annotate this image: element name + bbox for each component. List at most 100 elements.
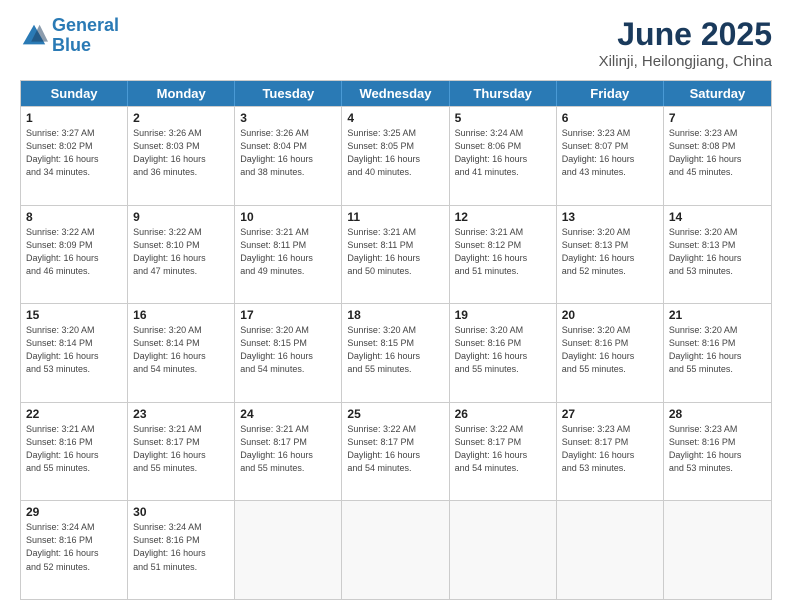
calendar-row: 29 Sunrise: 3:24 AM Sunset: 8:16 PM Dayli… — [21, 500, 771, 599]
calendar-cell: 2 Sunrise: 3:26 AM Sunset: 8:03 PM Daylig… — [128, 107, 235, 205]
calendar-cell: 25 Sunrise: 3:22 AM Sunset: 8:17 PM Dayli… — [342, 403, 449, 501]
day-number: 7 — [669, 111, 766, 125]
day-info: Sunrise: 3:20 AM Sunset: 8:14 PM Dayligh… — [133, 324, 229, 376]
day-number: 16 — [133, 308, 229, 322]
day-info: Sunrise: 3:24 AM Sunset: 8:06 PM Dayligh… — [455, 127, 551, 179]
calendar-cell: 29 Sunrise: 3:24 AM Sunset: 8:16 PM Dayli… — [21, 501, 128, 599]
calendar-cell: 4 Sunrise: 3:25 AM Sunset: 8:05 PM Daylig… — [342, 107, 449, 205]
day-info: Sunrise: 3:20 AM Sunset: 8:16 PM Dayligh… — [455, 324, 551, 376]
day-number: 23 — [133, 407, 229, 421]
day-info: Sunrise: 3:26 AM Sunset: 8:03 PM Dayligh… — [133, 127, 229, 179]
calendar-cell: 14Sunrise: 3:20 AM Sunset: 8:13 PM Dayli… — [664, 206, 771, 304]
day-info: Sunrise: 3:27 AM Sunset: 8:02 PM Dayligh… — [26, 127, 122, 179]
calendar-row: 15Sunrise: 3:20 AM Sunset: 8:14 PM Dayli… — [21, 303, 771, 402]
calendar-row: 22 Sunrise: 3:21 AM Sunset: 8:16 PM Dayli… — [21, 402, 771, 501]
calendar-cell: 28Sunrise: 3:23 AM Sunset: 8:16 PM Dayli… — [664, 403, 771, 501]
calendar-cell: 27 Sunrise: 3:23 AM Sunset: 8:17 PM Dayli… — [557, 403, 664, 501]
day-number: 17 — [240, 308, 336, 322]
calendar-cell — [450, 501, 557, 599]
day-info: Sunrise: 3:20 AM Sunset: 8:16 PM Dayligh… — [669, 324, 766, 376]
calendar-cell — [664, 501, 771, 599]
day-info: Sunrise: 3:20 AM Sunset: 8:13 PM Dayligh… — [669, 226, 766, 278]
calendar-cell: 18Sunrise: 3:20 AM Sunset: 8:15 PM Dayli… — [342, 304, 449, 402]
calendar-cell: 7 Sunrise: 3:23 AM Sunset: 8:08 PM Daylig… — [664, 107, 771, 205]
location: Xilinji, Heilongjiang, China — [599, 53, 772, 70]
weekday-header: Saturday — [664, 81, 771, 106]
weekday-header: Tuesday — [235, 81, 342, 106]
logo-text: General Blue — [52, 16, 119, 56]
day-info: Sunrise: 3:22 AM Sunset: 8:10 PM Dayligh… — [133, 226, 229, 278]
calendar-cell: 12 Sunrise: 3:21 AM Sunset: 8:12 PM Dayli… — [450, 206, 557, 304]
header: General Blue June 2025 Xilinji, Heilongj… — [20, 16, 772, 70]
day-number: 19 — [455, 308, 551, 322]
day-number: 21 — [669, 308, 766, 322]
day-number: 4 — [347, 111, 443, 125]
day-number: 2 — [133, 111, 229, 125]
logo: General Blue — [20, 16, 119, 56]
calendar-body: 1Sunrise: 3:27 AM Sunset: 8:02 PM Daylig… — [21, 106, 771, 599]
day-number: 24 — [240, 407, 336, 421]
day-info: Sunrise: 3:20 AM Sunset: 8:15 PM Dayligh… — [240, 324, 336, 376]
day-info: Sunrise: 3:21 AM Sunset: 8:17 PM Dayligh… — [133, 423, 229, 475]
calendar-cell: 17 Sunrise: 3:20 AM Sunset: 8:15 PM Dayli… — [235, 304, 342, 402]
day-info: Sunrise: 3:23 AM Sunset: 8:17 PM Dayligh… — [562, 423, 658, 475]
calendar-cell — [557, 501, 664, 599]
calendar-cell: 13Sunrise: 3:20 AM Sunset: 8:13 PM Dayli… — [557, 206, 664, 304]
day-info: Sunrise: 3:20 AM Sunset: 8:14 PM Dayligh… — [26, 324, 122, 376]
day-number: 6 — [562, 111, 658, 125]
day-number: 10 — [240, 210, 336, 224]
day-info: Sunrise: 3:23 AM Sunset: 8:08 PM Dayligh… — [669, 127, 766, 179]
calendar-cell: 23 Sunrise: 3:21 AM Sunset: 8:17 PM Dayli… — [128, 403, 235, 501]
day-info: Sunrise: 3:24 AM Sunset: 8:16 PM Dayligh… — [133, 521, 229, 573]
calendar-cell: 1Sunrise: 3:27 AM Sunset: 8:02 PM Daylig… — [21, 107, 128, 205]
day-info: Sunrise: 3:23 AM Sunset: 8:16 PM Dayligh… — [669, 423, 766, 475]
day-info: Sunrise: 3:21 AM Sunset: 8:11 PM Dayligh… — [240, 226, 336, 278]
day-number: 12 — [455, 210, 551, 224]
day-number: 29 — [26, 505, 122, 519]
calendar-row: 1Sunrise: 3:27 AM Sunset: 8:02 PM Daylig… — [21, 106, 771, 205]
weekday-header: Friday — [557, 81, 664, 106]
day-number: 20 — [562, 308, 658, 322]
calendar-cell: 6 Sunrise: 3:23 AM Sunset: 8:07 PM Daylig… — [557, 107, 664, 205]
calendar-cell: 22 Sunrise: 3:21 AM Sunset: 8:16 PM Dayli… — [21, 403, 128, 501]
weekday-header: Monday — [128, 81, 235, 106]
day-info: Sunrise: 3:21 AM Sunset: 8:12 PM Dayligh… — [455, 226, 551, 278]
day-info: Sunrise: 3:20 AM Sunset: 8:16 PM Dayligh… — [562, 324, 658, 376]
day-number: 30 — [133, 505, 229, 519]
page: General Blue June 2025 Xilinji, Heilongj… — [0, 0, 792, 612]
calendar-cell: 11 Sunrise: 3:21 AM Sunset: 8:11 PM Dayli… — [342, 206, 449, 304]
day-info: Sunrise: 3:21 AM Sunset: 8:17 PM Dayligh… — [240, 423, 336, 475]
day-number: 27 — [562, 407, 658, 421]
day-number: 25 — [347, 407, 443, 421]
day-info: Sunrise: 3:22 AM Sunset: 8:17 PM Dayligh… — [347, 423, 443, 475]
day-info: Sunrise: 3:24 AM Sunset: 8:16 PM Dayligh… — [26, 521, 122, 573]
calendar-cell: 8 Sunrise: 3:22 AM Sunset: 8:09 PM Daylig… — [21, 206, 128, 304]
calendar-cell: 21 Sunrise: 3:20 AM Sunset: 8:16 PM Dayli… — [664, 304, 771, 402]
calendar-cell: 24 Sunrise: 3:21 AM Sunset: 8:17 PM Dayli… — [235, 403, 342, 501]
day-number: 3 — [240, 111, 336, 125]
day-number: 11 — [347, 210, 443, 224]
calendar-cell: 19 Sunrise: 3:20 AM Sunset: 8:16 PM Dayli… — [450, 304, 557, 402]
calendar-cell: 5Sunrise: 3:24 AM Sunset: 8:06 PM Daylig… — [450, 107, 557, 205]
day-number: 22 — [26, 407, 122, 421]
calendar-cell: 3 Sunrise: 3:26 AM Sunset: 8:04 PM Daylig… — [235, 107, 342, 205]
calendar-cell: 26Sunrise: 3:22 AM Sunset: 8:17 PM Dayli… — [450, 403, 557, 501]
day-info: Sunrise: 3:25 AM Sunset: 8:05 PM Dayligh… — [347, 127, 443, 179]
day-info: Sunrise: 3:26 AM Sunset: 8:04 PM Dayligh… — [240, 127, 336, 179]
month-title: June 2025 — [599, 16, 772, 53]
day-info: Sunrise: 3:22 AM Sunset: 8:09 PM Dayligh… — [26, 226, 122, 278]
calendar-cell — [235, 501, 342, 599]
calendar-cell — [342, 501, 449, 599]
calendar-row: 8 Sunrise: 3:22 AM Sunset: 8:09 PM Daylig… — [21, 205, 771, 304]
weekday-header: Thursday — [450, 81, 557, 106]
day-info: Sunrise: 3:21 AM Sunset: 8:16 PM Dayligh… — [26, 423, 122, 475]
title-block: June 2025 Xilinji, Heilongjiang, China — [599, 16, 772, 70]
calendar-cell: 10 Sunrise: 3:21 AM Sunset: 8:11 PM Dayli… — [235, 206, 342, 304]
day-number: 8 — [26, 210, 122, 224]
weekday-header: Sunday — [21, 81, 128, 106]
calendar-cell: 16 Sunrise: 3:20 AM Sunset: 8:14 PM Dayli… — [128, 304, 235, 402]
day-info: Sunrise: 3:21 AM Sunset: 8:11 PM Dayligh… — [347, 226, 443, 278]
day-info: Sunrise: 3:23 AM Sunset: 8:07 PM Dayligh… — [562, 127, 658, 179]
weekday-header: Wednesday — [342, 81, 449, 106]
logo-icon — [20, 22, 48, 50]
